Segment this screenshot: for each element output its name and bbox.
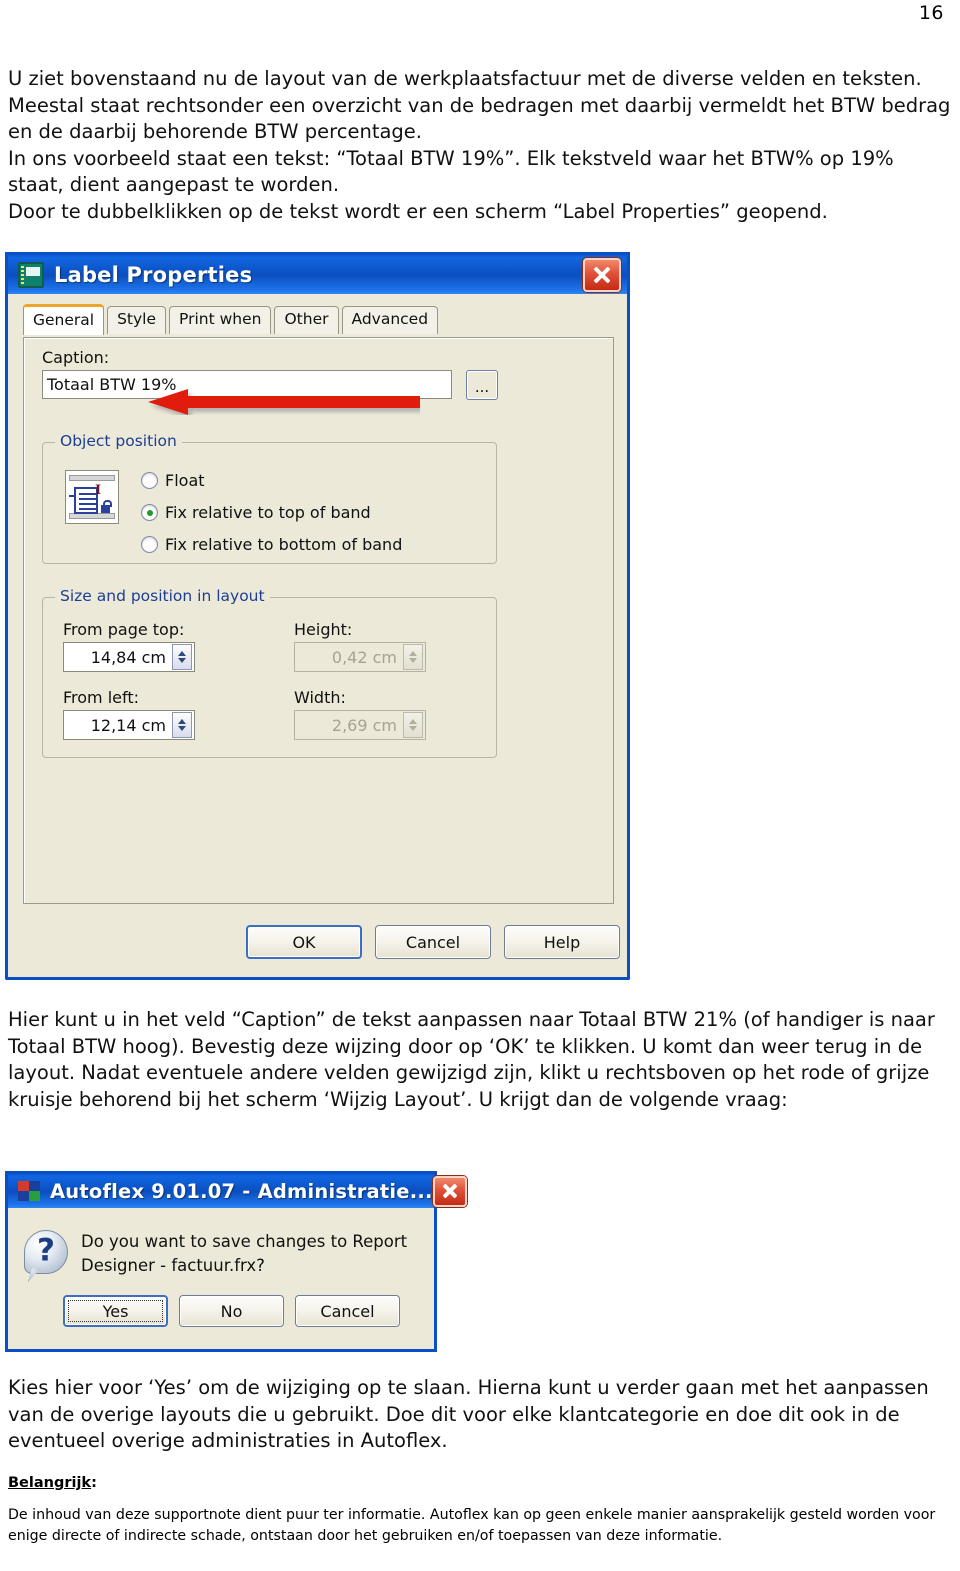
tab-advanced[interactable]: Advanced (341, 306, 439, 334)
general-tab-panel: Caption: Totaal BTW 19% ... Object posit… (23, 337, 614, 904)
question-glyph: ? (37, 1232, 55, 1269)
intro-paragraph: U ziet bovenstaand nu de layout van de w… (8, 67, 951, 223)
radio-fix-bottom-label: Fix relative to bottom of band (165, 535, 403, 554)
autoflex-message-text: Do you want to save changes to Report De… (81, 1232, 408, 1275)
cancel-button[interactable]: Cancel (375, 925, 491, 959)
from-page-top-label: From page top: (63, 620, 185, 639)
radio-fix-relative-top[interactable]: Fix relative to top of band (141, 503, 371, 522)
radio-indicator (141, 472, 158, 489)
radio-float-label: Float (165, 471, 205, 490)
tabstrip: General Style Print when Other Advanced (23, 304, 439, 335)
tab-style[interactable]: Style (107, 306, 167, 334)
caption-ellipsis-button[interactable]: ... (466, 370, 498, 400)
spinner-arrows-icon (403, 712, 423, 738)
caption-instruction-paragraph: Hier kunt u in het veld “Caption” de tek… (8, 1008, 942, 1111)
autoflex-app-icon (18, 1181, 40, 1201)
size-and-position-group: Size and position in layout From page to… (42, 587, 497, 758)
ok-button[interactable]: OK (246, 925, 362, 959)
from-left-value: 12,14 cm (90, 715, 166, 735)
from-page-top-stepper[interactable]: 14,84 cm (63, 642, 195, 672)
object-position-preview-icon: I (65, 470, 119, 524)
tab-general[interactable]: General (23, 304, 105, 335)
width-label: Width: (294, 688, 346, 707)
help-button[interactable]: Help (504, 925, 620, 959)
radio-float[interactable]: Float (141, 471, 205, 490)
width-value: 2,69 cm (331, 715, 397, 735)
disclaimer-text: De inhoud van deze supportnote dient puu… (8, 1507, 940, 1544)
width-stepper: 2,69 cm (294, 710, 426, 740)
autoflex-titlebar: Autoflex 9.01.07 - Administratie... (8, 1171, 467, 1208)
spinner-arrows-icon[interactable] (172, 644, 192, 670)
label-properties-icon (18, 261, 44, 288)
radio-indicator (141, 504, 158, 521)
from-page-top-value: 14,84 cm (90, 647, 166, 667)
yes-button[interactable]: Yes (63, 1295, 168, 1327)
no-button[interactable]: No (179, 1295, 284, 1327)
close-icon[interactable] (432, 1175, 467, 1207)
from-left-stepper[interactable]: 12,14 cm (63, 710, 195, 740)
autoflex-save-changes-dialog: Autoflex 9.01.07 - Administratie... ? Do… (5, 1171, 467, 1352)
object-position-title: Object position (55, 432, 182, 450)
cancel-button[interactable]: Cancel (295, 1295, 400, 1327)
label-properties-dialog: Label Properties General Style Print whe… (5, 252, 630, 980)
question-mark-icon: ? (24, 1230, 68, 1274)
caption-input[interactable]: Totaal BTW 19% (42, 370, 452, 399)
radio-fix-top-label: Fix relative to top of band (165, 503, 371, 522)
close-icon[interactable] (583, 257, 621, 292)
dialog-titlebar: Label Properties (8, 252, 627, 294)
spinner-arrows-icon (403, 644, 423, 670)
radio-fix-relative-bottom[interactable]: Fix relative to bottom of band (141, 535, 402, 554)
closing-paragraph: Kies hier voor ‘Yes’ om de wijziging op … (8, 1376, 935, 1452)
object-position-group: Object position I Float Fix relative to … (42, 432, 497, 564)
important-note-heading: Belangrijk: (8, 1475, 97, 1491)
height-value: 0,42 cm (331, 647, 397, 667)
page-number: 16 (918, 2, 944, 24)
tab-print-when[interactable]: Print when (169, 306, 272, 334)
height-stepper: 0,42 cm (294, 642, 426, 672)
spinner-arrows-icon[interactable] (172, 712, 192, 738)
size-and-position-title: Size and position in layout (55, 587, 270, 605)
height-label: Height: (294, 620, 353, 639)
radio-indicator (141, 536, 158, 553)
dialog-title: Label Properties (54, 262, 253, 287)
important-note-heading-colon: : (91, 1475, 97, 1491)
tab-other[interactable]: Other (274, 306, 339, 334)
important-note-heading-text: Belangrijk (8, 1475, 92, 1491)
caption-label: Caption: (42, 348, 110, 367)
autoflex-dialog-title: Autoflex 9.01.07 - Administratie... (50, 1179, 433, 1203)
from-left-label: From left: (63, 688, 140, 707)
